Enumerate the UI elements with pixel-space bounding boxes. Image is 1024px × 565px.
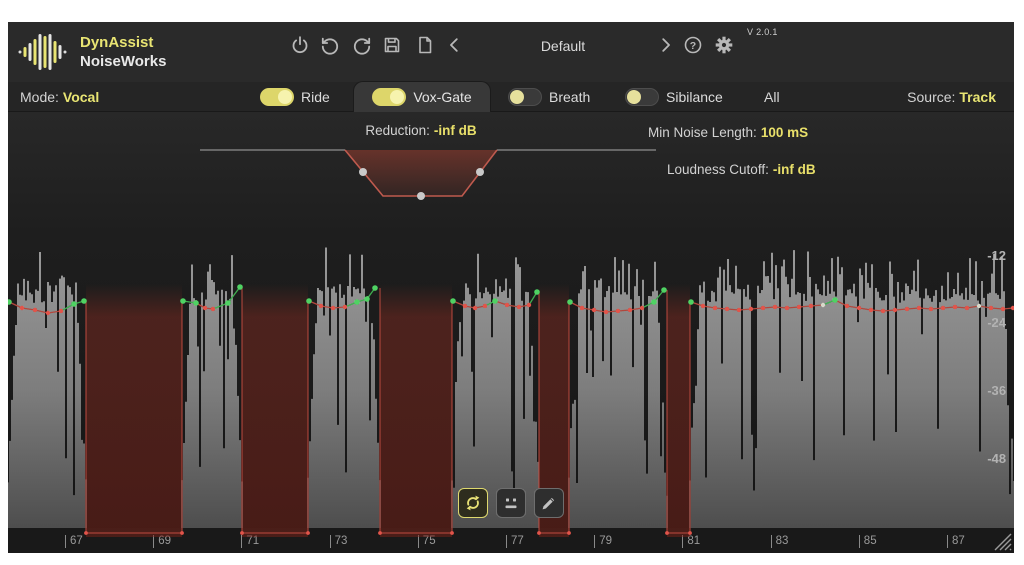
- timeline-tick: 81: [682, 535, 700, 548]
- db-tick-label: -48: [987, 451, 1006, 466]
- timeline-tick: 73: [330, 535, 348, 548]
- breath-group: Breath: [508, 88, 590, 106]
- cutoff-value[interactable]: -inf dB: [773, 162, 816, 177]
- prev-preset-button[interactable]: [446, 36, 466, 56]
- company-name: NoiseWorks: [80, 52, 166, 71]
- header-bar: DynAssist NoiseWorks: [8, 22, 1014, 82]
- svg-text:?: ?: [690, 40, 696, 52]
- chevron-left-icon: [446, 36, 464, 54]
- edit-button[interactable]: [534, 488, 564, 518]
- save-button[interactable]: [382, 35, 402, 55]
- face-icon: [501, 493, 521, 513]
- help-button[interactable]: ?: [683, 35, 703, 55]
- min-noise-value[interactable]: 100 mS: [761, 125, 808, 140]
- breath-label: Breath: [549, 89, 590, 105]
- sibilance-label: Sibilance: [666, 89, 723, 105]
- main-display: 67 69 71 73 75 77 79 81 83 85 87 Reduction: -inf dB…: [8, 112, 1014, 553]
- app-name: DynAssist: [80, 33, 166, 52]
- vox-gate-toggle[interactable]: [372, 88, 406, 106]
- toggle-knob: [390, 90, 404, 104]
- mode-bar: Mode:Vocal Ride Vox-Gate Breath Sibilanc…: [8, 82, 1014, 112]
- timeline-tick: 71: [241, 535, 259, 548]
- resize-handle[interactable]: [988, 531, 1012, 551]
- sibilance-group: Sibilance: [625, 88, 723, 106]
- timeline-tick: 83: [771, 535, 789, 548]
- vox-gate-label: Vox-Gate: [413, 89, 471, 105]
- reduction-label: Reduction:: [365, 123, 430, 138]
- power-icon: [290, 35, 310, 55]
- source-selector[interactable]: Source:Track: [907, 82, 996, 112]
- version-label: V 2.0.1: [747, 27, 778, 37]
- save-icon: [382, 35, 402, 55]
- toggle-knob: [627, 90, 641, 104]
- timeline-tick: 85: [859, 535, 877, 548]
- next-preset-button[interactable]: [656, 36, 676, 56]
- cutoff-label: Loudness Cutoff:: [667, 162, 769, 177]
- reanalyze-button[interactable]: [458, 488, 488, 518]
- source-label: Source:: [907, 89, 955, 105]
- timeline-tick: 79: [594, 535, 612, 548]
- gate-face-button[interactable]: [496, 488, 526, 518]
- min-noise-label: Min Noise Length:: [648, 125, 757, 140]
- preset-name[interactable]: Default: [513, 38, 613, 54]
- breath-toggle[interactable]: [508, 88, 542, 106]
- mode-selector[interactable]: Mode:Vocal: [20, 82, 99, 112]
- mode-label: Mode:: [20, 89, 59, 105]
- db-tick-label: -12: [987, 248, 1006, 263]
- undo-button[interactable]: [320, 36, 340, 56]
- settings-button[interactable]: [714, 35, 734, 55]
- chevron-right-icon: [656, 36, 674, 54]
- timeline-tick: 87: [947, 535, 965, 548]
- reduction-param[interactable]: Reduction: -inf dB: [296, 123, 546, 138]
- toggle-knob: [278, 90, 292, 104]
- mode-value: Vocal: [63, 89, 99, 105]
- timeline-tick: 69: [153, 535, 171, 548]
- timeline-tick: 77: [506, 535, 524, 548]
- timeline-tick: 75: [418, 535, 436, 548]
- timeline-tick: 67: [65, 535, 83, 548]
- timeline: 67 69 71 73 75 77 79 81 83 85 87: [8, 528, 1014, 553]
- tab-all[interactable]: All: [764, 82, 780, 112]
- title-block: DynAssist NoiseWorks: [80, 33, 166, 71]
- plugin-window: DynAssist NoiseWorks: [8, 22, 1014, 553]
- db-tick-label: -36: [987, 383, 1006, 398]
- power-button[interactable]: [290, 35, 310, 55]
- sibilance-toggle[interactable]: [625, 88, 659, 106]
- redo-button[interactable]: [352, 36, 372, 56]
- ride-group: Ride: [260, 88, 330, 106]
- ride-label: Ride: [301, 89, 330, 105]
- tab-vox-gate[interactable]: Vox-Gate: [354, 82, 490, 112]
- undo-icon: [320, 36, 340, 56]
- wave-toolbar: [458, 488, 564, 518]
- redo-icon: [352, 36, 372, 56]
- noiseworks-logo: [18, 32, 70, 72]
- toggle-knob: [510, 90, 524, 104]
- source-value: Track: [959, 89, 996, 105]
- loudness-cutoff-param[interactable]: Loudness Cutoff: -inf dB: [667, 162, 816, 177]
- ride-toggle[interactable]: [260, 88, 294, 106]
- waveform-display[interactable]: [8, 112, 1014, 553]
- new-preset-button[interactable]: [415, 35, 435, 55]
- file-icon: [415, 35, 435, 55]
- reduction-value[interactable]: -inf dB: [434, 123, 477, 138]
- refresh-icon: [463, 493, 483, 513]
- db-tick-label: -24: [987, 315, 1006, 330]
- gear-icon: [714, 35, 734, 55]
- help-icon: ?: [683, 35, 703, 55]
- min-noise-param[interactable]: Min Noise Length: 100 mS: [648, 125, 808, 140]
- pencil-icon: [539, 493, 559, 513]
